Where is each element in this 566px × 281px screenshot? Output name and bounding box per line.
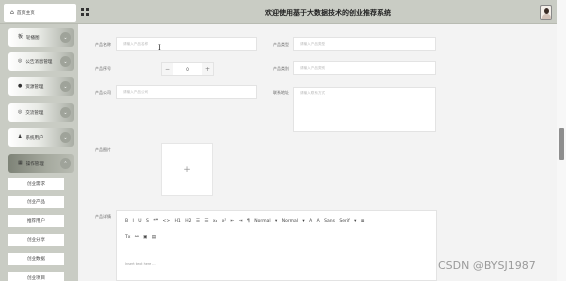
image-upload-button[interactable]: +: [161, 143, 213, 196]
chevron-down-icon: ⌄: [60, 132, 71, 143]
sidebar-item-label: 公告消息管理: [25, 59, 53, 65]
company-label: 产品公司: [95, 90, 111, 95]
sidebar-item-label: 资源管理: [25, 84, 44, 90]
editor-toolbar-row[interactable]: Tx ⚯ ▣ ▤: [125, 235, 156, 240]
editor-placeholder[interactable]: Insert text here ...: [125, 262, 156, 266]
page-title: 欢迎使用基于大数据技术的创业推荐系统: [265, 9, 391, 17]
sidebar-item-label: 交流管理: [25, 110, 44, 116]
sidebar-item-label: 轮播图: [26, 35, 40, 41]
submenu-item[interactable]: 创业数据: [8, 253, 64, 265]
chevron-down-icon: ⌄: [60, 81, 71, 92]
sidebar-item-resources[interactable]: ● 资源管理 ⌄: [8, 77, 74, 96]
home-icon: ⌂: [10, 9, 14, 16]
menu-icon: 板: [18, 34, 24, 40]
address-textarea[interactable]: 请输入联系方式: [293, 87, 436, 132]
address-label: 联系地址: [273, 90, 289, 95]
product-type-input[interactable]: 请输入产品类型: [293, 37, 436, 51]
vertical-scrollbar[interactable]: [557, 0, 566, 281]
menu-icon: ◎: [18, 58, 23, 64]
submenu-item[interactable]: 创业需求: [8, 178, 64, 190]
decrement-button[interactable]: −: [162, 63, 173, 75]
detail-label: 产品详情: [95, 214, 111, 219]
sidebar-item-notice[interactable]: ◎ 公告消息管理 ⌄: [8, 52, 74, 71]
avatar[interactable]: [540, 5, 552, 20]
submenu-item[interactable]: 推荐用户: [8, 215, 64, 227]
sidebar-item-label: 操作管理: [25, 161, 44, 167]
editor-toolbar-row[interactable]: B I U S ❝❞ <> H1 H2 ☰ ☰ x₂ x² ⇤ ⇥ ¶ Norm…: [125, 219, 365, 224]
menu-icon: ●: [18, 83, 23, 89]
user-icon: ♟: [18, 134, 23, 140]
submenu-item[interactable]: 创业分享: [8, 234, 64, 246]
watermark: CSDN @BYSJ1987: [438, 259, 536, 272]
sort-label: 产品序号: [95, 66, 111, 71]
sidebar-item-carousel[interactable]: 板 轮播图 ⌄: [8, 28, 74, 47]
text-cursor-icon: I: [158, 44, 161, 52]
home-tab-label: 首页主页: [16, 11, 35, 16]
category-input[interactable]: 请输入产品类别: [293, 61, 436, 75]
menu-icon: ◎: [18, 109, 23, 115]
chevron-down-icon: ⌄: [60, 107, 71, 118]
company-input[interactable]: 请输入产品公司: [116, 85, 257, 99]
quantity-stepper[interactable]: − 0 +: [161, 62, 214, 76]
category-label: 产品类别: [273, 66, 289, 71]
submenu-item[interactable]: 创业项目: [8, 272, 64, 281]
sidebar-item-label: 系统用户: [25, 135, 44, 141]
stepper-value[interactable]: 0: [173, 63, 202, 75]
sidebar-item-exchange[interactable]: ◎ 交流管理 ⌄: [8, 103, 74, 122]
product-type-label: 产品类型: [273, 42, 289, 47]
chevron-down-icon: ⌄: [60, 56, 71, 67]
scrollbar-thumb[interactable]: [559, 128, 564, 160]
increment-button[interactable]: +: [202, 63, 213, 75]
top-bar: ⌂ 首页主页 欢迎使用基于大数据技术的创业推荐系统: [0, 0, 557, 24]
chevron-down-icon: ⌄: [60, 32, 71, 43]
product-name-label: 产品名称: [95, 42, 111, 47]
home-tab[interactable]: ⌂ 首页主页: [4, 4, 76, 22]
sidebar-item-operations[interactable]: ▦ 操作管理 ⌃: [8, 154, 74, 173]
rich-text-editor[interactable]: B I U S ❝❞ <> H1 H2 ☰ ☰ x₂ x² ⇤ ⇥ ¶ Norm…: [116, 210, 437, 281]
menu-toggle-icon[interactable]: [81, 8, 89, 16]
grid-icon: ▦: [18, 160, 23, 166]
sidebar: 板 轮播图 ⌄ ◎ 公告消息管理 ⌄ ● 资源管理 ⌄ ◎ 交流管理 ⌄ ♟ 系…: [0, 24, 78, 281]
app-root: ⌂ 首页主页 欢迎使用基于大数据技术的创业推荐系统 板 轮播图 ⌄ ◎ 公告消息…: [0, 0, 566, 281]
image-label: 产品图片: [95, 147, 111, 152]
submenu-item[interactable]: 创业产品: [8, 196, 64, 208]
sidebar-item-users[interactable]: ♟ 系统用户 ⌄: [8, 128, 74, 147]
chevron-up-icon: ⌃: [60, 158, 71, 169]
product-name-input[interactable]: 请输入产品名称: [116, 37, 257, 51]
